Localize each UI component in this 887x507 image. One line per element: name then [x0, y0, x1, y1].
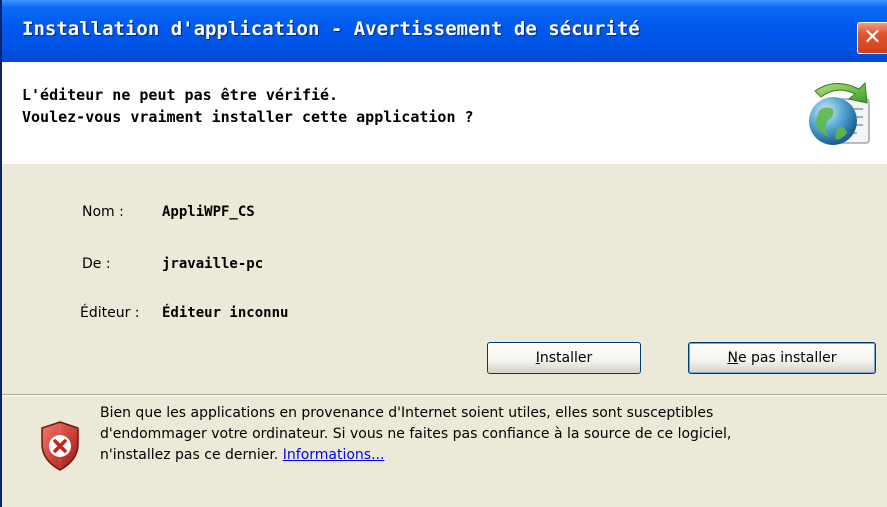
security-warning-dialog: Installation d'application - Avertisseme… — [0, 0, 887, 507]
warning-message: Bien que les applications en provenance … — [100, 403, 885, 466]
do-not-install-label: e pas installer — [737, 350, 837, 366]
from-label: De : — [82, 256, 111, 272]
from-value: jravaille-pc — [162, 256, 264, 272]
install-label: nstaller — [539, 350, 593, 366]
informations-link[interactable]: Informations... — [283, 447, 385, 463]
publisher-value: Éditeur inconnu — [162, 305, 289, 321]
dialog-header: L'éditeur ne peut pas être vérifié. Voul… — [2, 62, 887, 164]
warning-line-2: d'endommager votre ordinateur. Si vous n… — [100, 426, 732, 442]
close-icon: ✕ — [863, 25, 882, 50]
do-not-install-hotkey: N — [727, 350, 738, 366]
close-button[interactable]: ✕ — [857, 22, 887, 54]
header-title: L'éditeur ne peut pas être vérifié. — [22, 86, 339, 104]
shield-warning-icon — [41, 421, 79, 471]
publisher-label: Éditeur : — [80, 305, 140, 321]
warning-line-3: n'installez pas ce dernier. Informations… — [100, 445, 885, 466]
warning-line-1: Bien que les applications en provenance … — [100, 405, 714, 421]
header-question: Voulez-vous vraiment installer cette app… — [22, 108, 474, 126]
globe-install-icon — [809, 81, 870, 145]
name-label: Nom : — [82, 204, 124, 220]
warning-line-3-text: n'installez pas ce dernier. — [100, 447, 283, 463]
do-not-install-button[interactable]: Ne pas installer — [688, 342, 876, 374]
name-value: AppliWPF_CS — [162, 204, 255, 220]
title-bar[interactable]: Installation d'application - Avertisseme… — [2, 0, 887, 62]
install-button[interactable]: Installer — [487, 342, 641, 374]
window-title: Installation d'application - Avertisseme… — [22, 18, 640, 40]
